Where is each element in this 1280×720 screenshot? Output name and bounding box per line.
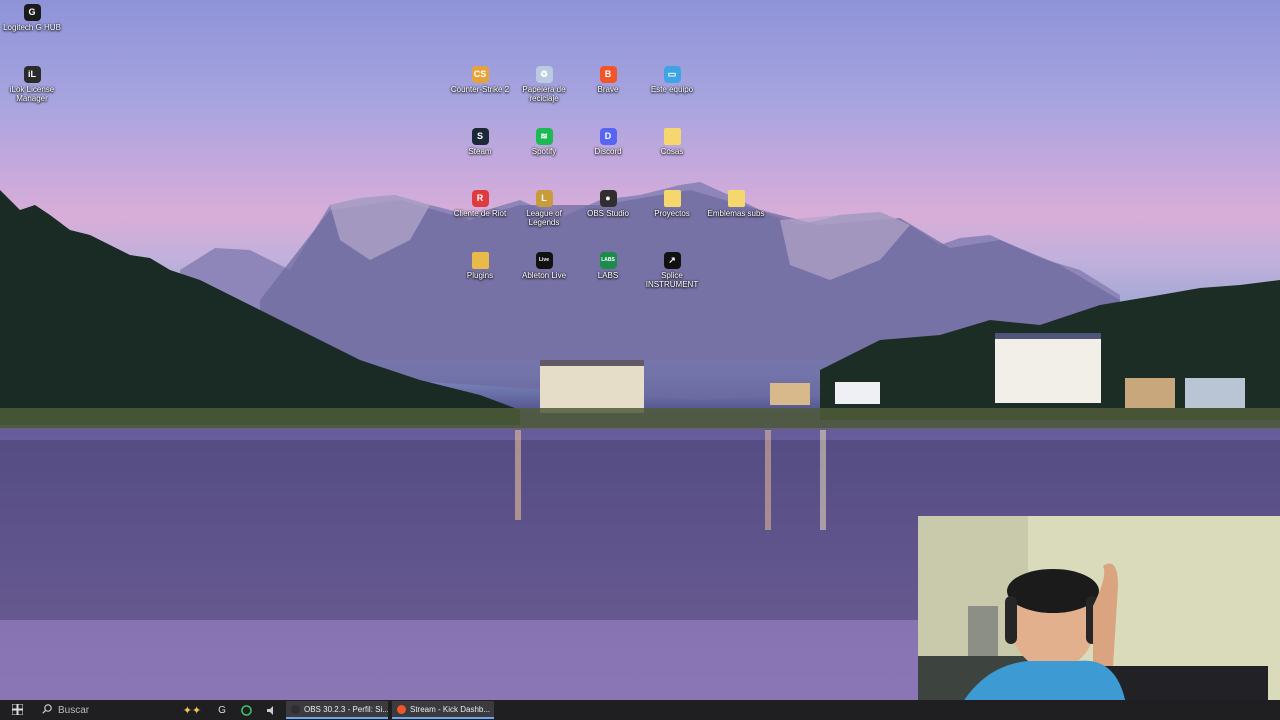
folder-icon <box>663 128 681 145</box>
obs-studio-icon: ● <box>599 190 617 207</box>
taskbar: Buscar ✦✦ G OBS 30.2.3 - Perfil: Si... St… <box>0 700 1280 720</box>
desktop-icon[interactable]: Plugins <box>448 252 512 280</box>
desktop-icon[interactable]: L League of Legends <box>512 190 576 227</box>
search-placeholder: Buscar <box>58 704 90 716</box>
this-pc-icon: ▭ <box>663 66 681 83</box>
desktop-icon-label: Splice INSTRUMENT <box>645 271 699 289</box>
desktop-icon[interactable]: CS Counter-Strike 2 <box>448 66 512 94</box>
recycle-bin-icon: ♻ <box>535 66 553 83</box>
desktop-icon-label: Emblemas subs <box>707 209 765 218</box>
taskbar-window-button[interactable]: OBS 30.2.3 - Perfil: Si... <box>286 701 388 719</box>
desktop-icon[interactable]: ≋ Spotify <box>512 128 576 156</box>
desktop-icon-label: OBS Studio <box>587 209 629 218</box>
desktop-icon[interactable]: Proyectos <box>640 190 704 218</box>
desktop-icon-label: Este equipo <box>650 85 694 94</box>
desktop-icon[interactable]: iL iLok License Manager <box>0 66 64 103</box>
league-of-legends-icon: L <box>535 190 553 207</box>
desktop-icon[interactable]: ● OBS Studio <box>576 190 640 218</box>
desktop-icon-label: Spotify <box>531 147 557 156</box>
desktop-icon[interactable]: R Cliente de Riot <box>448 190 512 218</box>
taskbar-windows: OBS 30.2.3 - Perfil: Si... Stream - Kick … <box>282 701 494 719</box>
spotify-icon: ≋ <box>535 128 553 145</box>
lakeshore <box>0 408 1280 430</box>
desktop-icon-label: Counter-Strike 2 <box>450 85 510 94</box>
house-2 <box>770 383 810 405</box>
desktop-icon[interactable]: G Logitech G HUB <box>0 4 64 32</box>
desktop-icon-label: Proyectos <box>654 209 690 218</box>
desktop-icon[interactable]: Emblemas subs <box>704 190 768 218</box>
logitech-ghub-icon: G <box>23 4 41 21</box>
desktop-icon-label: Papelera de reciclaje <box>522 85 566 103</box>
labs-icon: LABS <box>599 252 617 269</box>
ableton-live-icon: Live <box>535 252 553 269</box>
desktop-icon[interactable]: ↗ Splice INSTRUMENT <box>640 252 704 289</box>
audio-app-icon[interactable] <box>258 700 282 720</box>
desktop-icon-label: LABS <box>597 271 619 280</box>
desktop-icon[interactable]: S Steam <box>448 128 512 156</box>
hotel-building-left <box>540 363 644 413</box>
desktop-icon-label: Logitech G HUB <box>3 23 61 32</box>
ilok-icon: iL <box>23 66 41 83</box>
desktop-icon-label: Cliente de Riot <box>453 209 507 218</box>
desktop-icon-label: iLok License Manager <box>9 85 55 103</box>
splice-instrument-icon: ↗ <box>663 252 681 269</box>
chalet <box>1125 378 1175 408</box>
taskbar-window-title: Stream - Kick Dashb... <box>410 704 491 714</box>
start-button[interactable] <box>0 700 34 720</box>
desktop-icon[interactable]: ▭ Este equipo <box>640 66 704 94</box>
riot-client-icon: R <box>471 190 489 207</box>
desktop-icon-label: Ableton Live <box>521 271 567 280</box>
taskbar-window-button[interactable]: Stream - Kick Dashb... <box>392 701 494 719</box>
folder-icon <box>727 190 745 207</box>
desktop-icon[interactable]: Cosas <box>640 128 704 156</box>
desktop-icon[interactable]: ♻ Papelera de reciclaje <box>512 66 576 103</box>
desktop-icon[interactable]: D Discord <box>576 128 640 156</box>
steam-icon: S <box>471 128 489 145</box>
folder-icon <box>471 252 489 269</box>
taskbar-window-title: OBS 30.2.3 - Perfil: Si... <box>304 704 388 714</box>
folder-icon <box>663 190 681 207</box>
desktop-icon[interactable]: LABS LABS <box>576 252 640 280</box>
taskbar-search[interactable]: Buscar <box>34 700 174 720</box>
desktop-icon-label: Discord <box>594 147 622 156</box>
webcam-overlay: N <box>918 516 1280 720</box>
windows-start-icon <box>11 703 23 717</box>
desktop-icon[interactable]: Live Ableton Live <box>512 252 576 280</box>
desktop-icon-label: Brave <box>597 85 619 94</box>
whatsapp-icon[interactable] <box>234 700 258 720</box>
obs-studio-icon <box>291 704 300 714</box>
house <box>835 382 880 404</box>
desktop-icon-label: Cosas <box>660 147 684 156</box>
hotel-building-right <box>995 337 1101 403</box>
search-icon <box>42 703 52 717</box>
desktop-icon-label: Plugins <box>466 271 494 280</box>
desktop-icon-label: Steam <box>468 147 492 156</box>
brave-icon: B <box>599 66 617 83</box>
discord-icon: D <box>599 128 617 145</box>
desktop-icon[interactable]: B Brave <box>576 66 640 94</box>
chalet-2 <box>1185 378 1245 408</box>
copilot-icon[interactable]: ✦✦ <box>174 700 210 720</box>
counter-strike-icon: CS <box>471 66 489 83</box>
desktop-icon-label: League of Legends <box>526 209 562 227</box>
desktop[interactable]: G Logitech G HUB iL iLok License Manager CS C… <box>0 0 1280 720</box>
brave-icon <box>397 704 406 714</box>
logitech-ghub-taskbar-icon[interactable]: G <box>210 700 234 720</box>
